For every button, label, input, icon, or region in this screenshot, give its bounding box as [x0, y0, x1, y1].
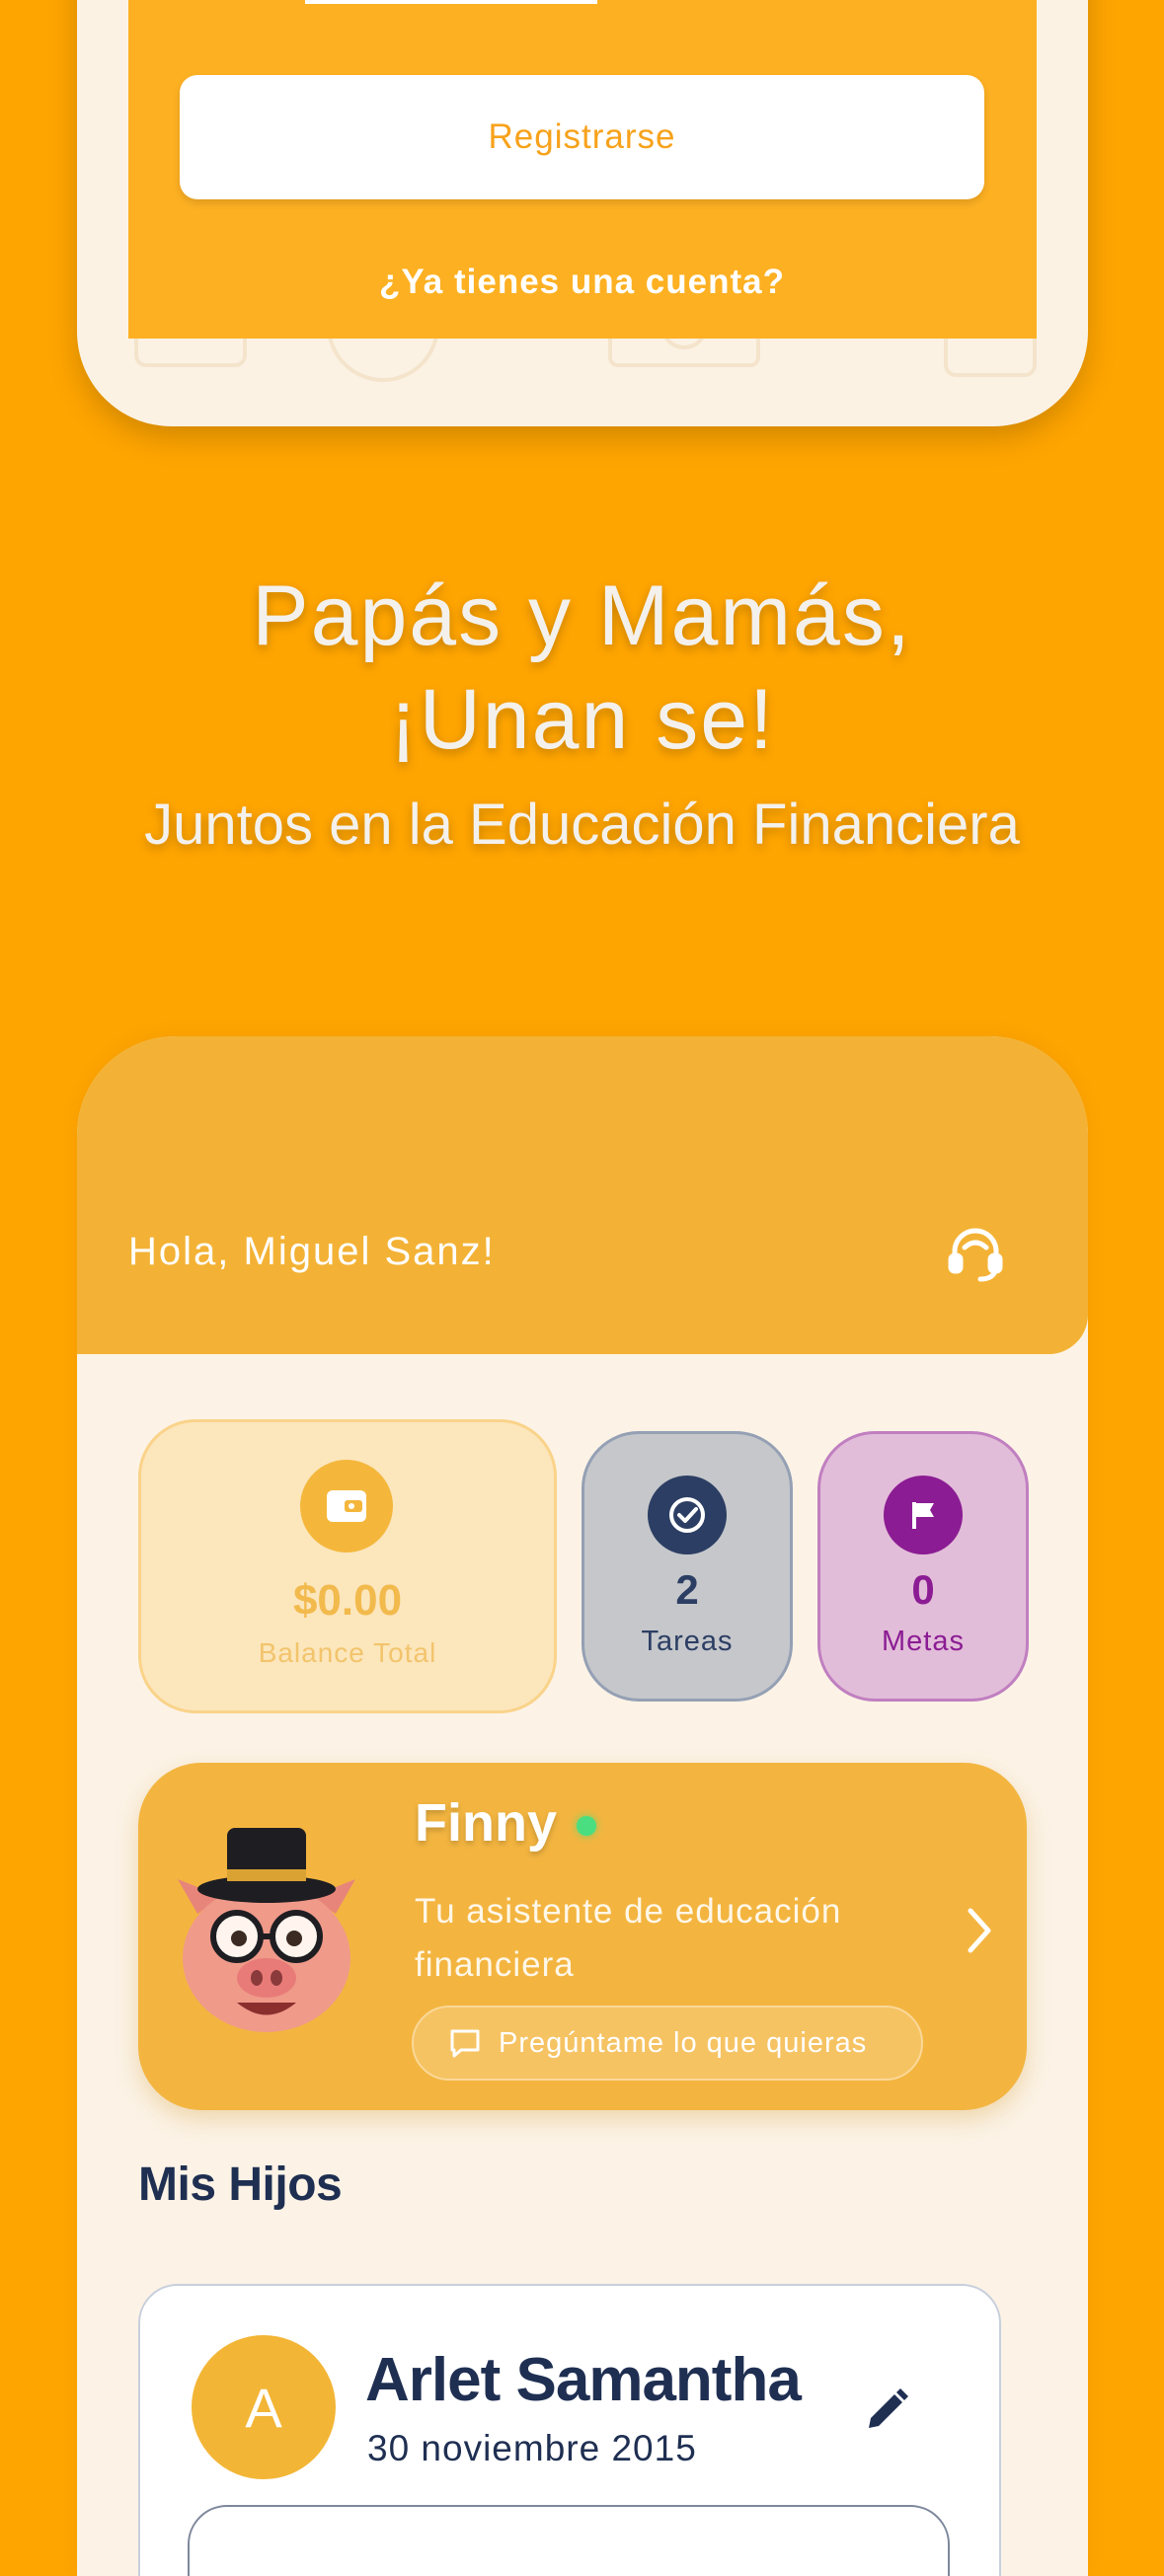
child-avatar: A — [192, 2335, 336, 2479]
flag-icon — [884, 1476, 963, 1554]
login-link[interactable]: ¿Ya tienes una cuenta? — [180, 263, 984, 302]
ask-assistant-button[interactable]: Pregúntame lo que quieras — [412, 2006, 923, 2081]
goals-label: Metas — [882, 1626, 965, 1657]
balance-label: Balance Total — [258, 1637, 437, 1668]
chat-bubble-icon — [450, 2029, 480, 2058]
child-details-box — [188, 2505, 950, 2576]
assistant-description: Tu asistente de educación financiera — [415, 1892, 842, 1984]
assistant-name: Finny — [415, 1793, 557, 1853]
headset-icon[interactable] — [943, 1222, 1008, 1287]
pencil-icon[interactable] — [859, 2383, 914, 2438]
register-button[interactable]: Registrarse — [180, 75, 984, 199]
wallet-icon — [300, 1460, 393, 1553]
greeting-text: Hola, Miguel Sanz! — [128, 1230, 496, 1273]
balance-card[interactable]: $0.00 Balance Total — [138, 1419, 557, 1713]
child-name: Arlet Samantha — [365, 2346, 802, 2414]
dashboard-phone-mockup: Hola, Miguel Sanz! $0.00 Balance Total 2… — [77, 1036, 1088, 2576]
goals-value: 0 — [911, 1566, 935, 1613]
input-underline — [305, 0, 597, 4]
child-card[interactable]: A Arlet Samantha 30 noviembre 2015 — [138, 2284, 1001, 2576]
tasks-value: 2 — [675, 1566, 699, 1613]
pig-mascot-icon — [178, 1828, 355, 2032]
app-header: Hola, Miguel Sanz! — [77, 1036, 1088, 1354]
check-circle-icon — [648, 1476, 727, 1554]
signup-phone-mockup — [77, 0, 1088, 426]
child-birthdate: 30 noviembre 2015 — [367, 2428, 697, 2468]
promo-title-line1: Papás y Mamás, — [252, 568, 912, 663]
goals-card[interactable]: 0 Metas — [817, 1431, 1029, 1702]
balance-value: $0.00 — [292, 1576, 403, 1625]
chevron-right-icon[interactable] — [961, 1901, 1000, 1960]
ask-assistant-label: Pregúntame lo que quieras — [499, 2026, 868, 2059]
tasks-card[interactable]: 2 Tareas — [582, 1431, 793, 1702]
promo-title-line2: ¡Unan se! — [389, 672, 775, 767]
tasks-label: Tareas — [641, 1626, 734, 1657]
children-section-title: Mis Hijos — [138, 2159, 343, 2211]
promo-subtitle: Juntos en la Educación Financiera — [144, 793, 1020, 857]
assistant-card[interactable]: Finny Tu asistente de educación financie… — [138, 1763, 1027, 2110]
online-status-dot — [577, 1816, 596, 1836]
